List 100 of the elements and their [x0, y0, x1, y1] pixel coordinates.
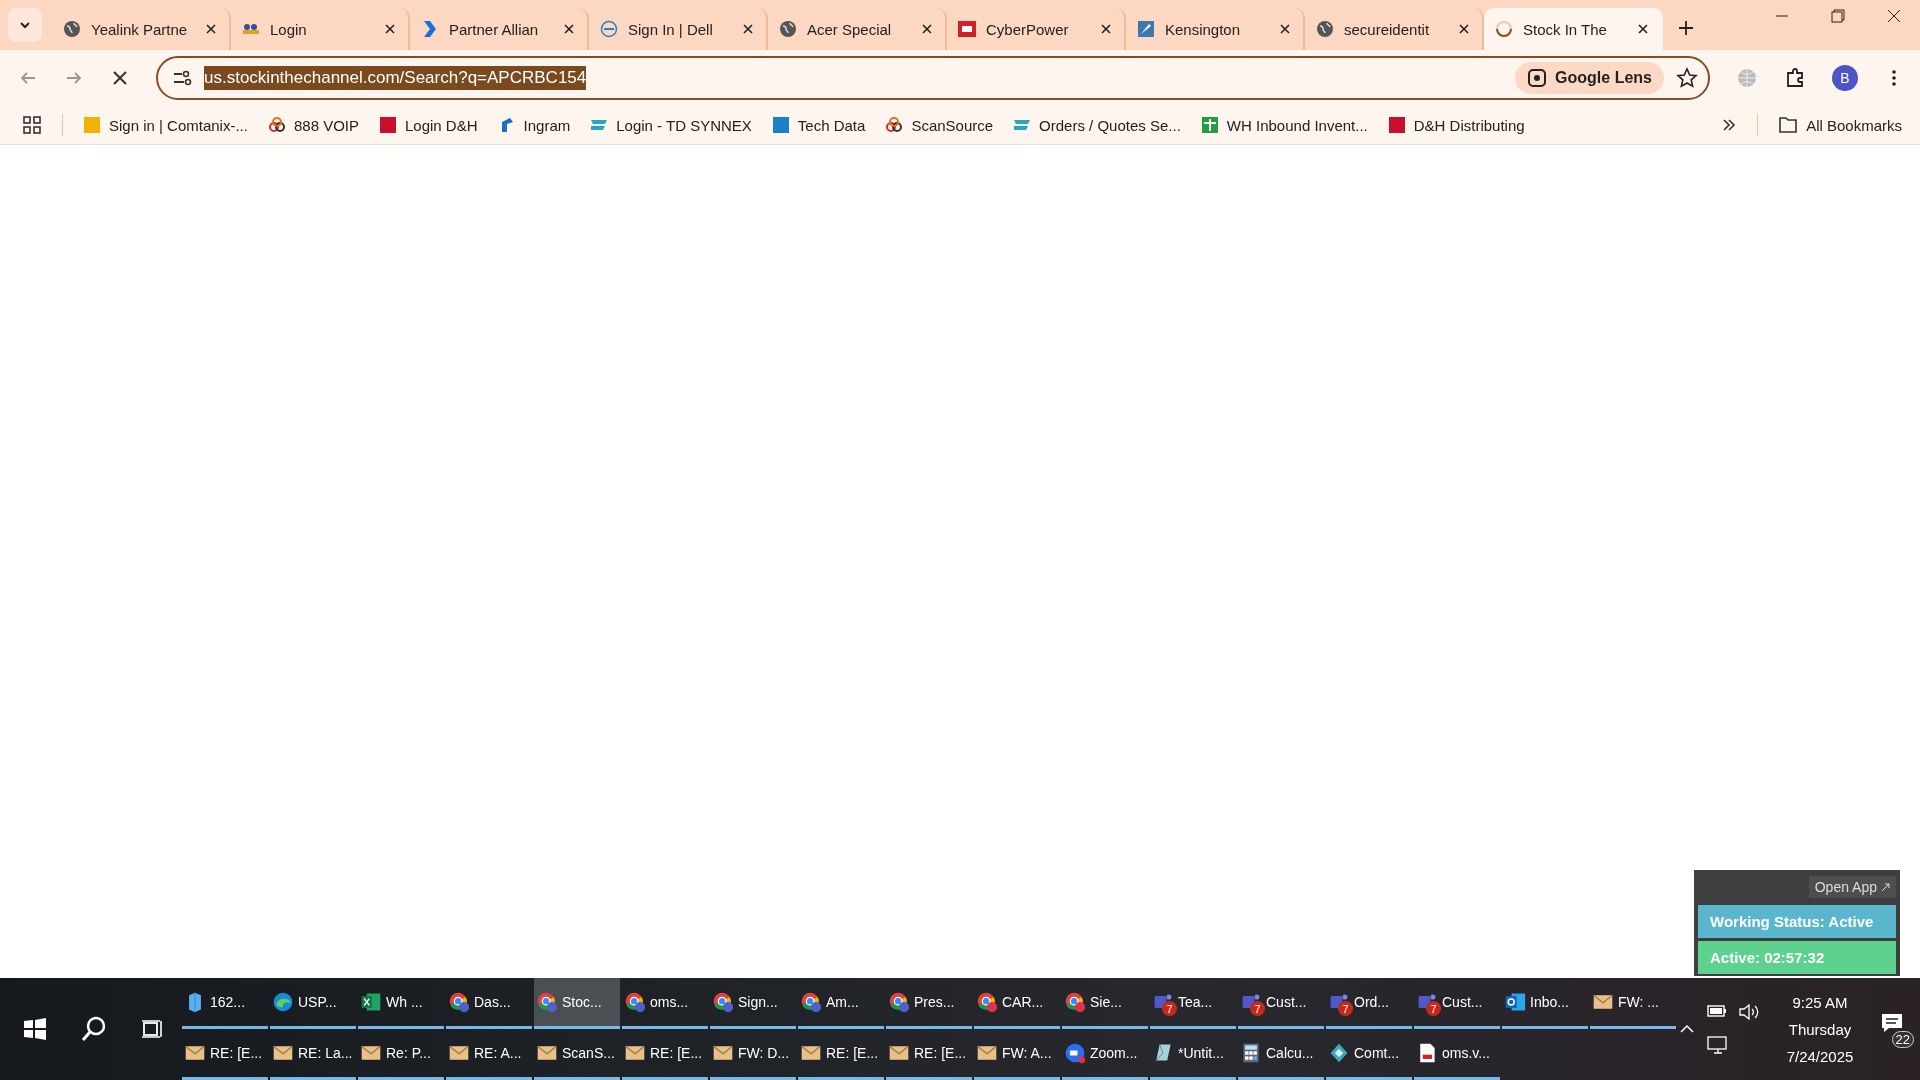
taskbar-label: Stoc...	[562, 994, 602, 1010]
bookmark-item[interactable]: WH Inbound Invent...	[1200, 116, 1368, 134]
taskbar-item[interactable]: Das...	[446, 978, 532, 1029]
taskbar-item[interactable]: Re: P...	[358, 1029, 444, 1080]
bookmark-item[interactable]: ScanSource	[885, 116, 994, 134]
taskbar-label: RE: [E...	[914, 1045, 967, 1061]
tab-search-button[interactable]	[8, 8, 42, 42]
close-icon[interactable]	[1886, 8, 1902, 24]
taskbar-item[interactable]: 7 Cust...	[1414, 978, 1500, 1029]
taskbar-item[interactable]: RE: [E...	[182, 1029, 268, 1080]
taskbar-item[interactable]: CAR...	[974, 978, 1060, 1029]
taskbar-item[interactable]: Sie...	[1062, 978, 1148, 1029]
close-icon[interactable]	[383, 22, 397, 36]
open-app-button[interactable]: Open App	[1808, 876, 1896, 898]
notification-badge: 7	[1338, 1001, 1353, 1016]
app-icon	[624, 991, 646, 1013]
taskbar-label: Das...	[474, 994, 511, 1010]
taskbar-item[interactable]: 7 Cust...	[1238, 978, 1324, 1029]
close-icon[interactable]	[741, 22, 755, 36]
taskbar-item[interactable]: Pres...	[886, 978, 972, 1029]
close-icon[interactable]	[204, 22, 218, 36]
external-link-icon	[1881, 882, 1890, 892]
taskbar-item[interactable]: FW: D...	[710, 1029, 796, 1080]
taskbar-item[interactable]: RE: [E...	[622, 1029, 708, 1080]
taskbar-item[interactable]: RE: A...	[446, 1029, 532, 1080]
globe-icon	[779, 20, 797, 38]
battery-icon[interactable]	[1706, 1003, 1728, 1019]
taskbar-item[interactable]: Inbo...	[1502, 978, 1588, 1029]
site-settings-icon[interactable]	[172, 68, 192, 88]
bookmark-item[interactable]: Sign in | Comtanix-...	[83, 116, 248, 134]
search-icon[interactable]	[80, 1015, 108, 1043]
taskbar-item[interactable]: RE: [E...	[886, 1029, 972, 1080]
taskbar-label: RE: A...	[474, 1045, 522, 1061]
bookmark-item[interactable]: 888 VOIP	[267, 116, 359, 134]
profile-avatar[interactable]: B	[1832, 65, 1858, 91]
browser-tab[interactable]: Stock In The	[1484, 8, 1663, 50]
puzzle-icon[interactable]	[1784, 67, 1806, 89]
apps-grid-icon[interactable]	[22, 115, 42, 135]
close-icon[interactable]	[1636, 22, 1650, 36]
taskbar-label: oms...	[650, 994, 689, 1010]
site-icon	[83, 116, 101, 134]
speaker-icon[interactable]	[1738, 1003, 1760, 1021]
bookmark-item[interactable]: Login D&H	[379, 116, 478, 134]
bookmark-label: Sign in | Comtanix-...	[109, 116, 248, 134]
taskbar-label: FW: A...	[1002, 1045, 1052, 1061]
close-icon[interactable]	[1099, 22, 1113, 36]
new-tab-icon[interactable]	[1677, 19, 1695, 37]
address-bar[interactable]: us.stockinthechannel.com/Search?q=APCRBC154 Google Lens	[156, 56, 1710, 100]
chevrons-right-icon[interactable]	[1721, 117, 1738, 133]
taskbar-item[interactable]: RE: [E...	[798, 1029, 884, 1080]
taskbar-item[interactable]: FW: ...	[1590, 978, 1676, 1029]
close-icon[interactable]	[1278, 22, 1292, 36]
taskbar-item[interactable]: Calcu...	[1238, 1029, 1324, 1080]
taskbar-label: Re: P...	[386, 1045, 431, 1061]
clock[interactable]: 9:25 AM Thursday 7/24/2025	[1770, 993, 1870, 1065]
taskbar-item[interactable]: Am...	[798, 978, 884, 1029]
taskbar-item[interactable]: USP...	[270, 978, 356, 1029]
windows-start-icon[interactable]	[22, 1017, 47, 1041]
tab-title: Kensington	[1165, 20, 1242, 38]
bookmark-item[interactable]: Tech Data	[771, 116, 866, 134]
taskbar-item[interactable]: RE: La...	[270, 1029, 356, 1080]
close-icon[interactable]	[562, 22, 576, 36]
bookmark-item[interactable]: D&H Distributing	[1387, 116, 1525, 134]
taskbar-item[interactable]: *Untit...	[1150, 1029, 1236, 1080]
tab-title: Acer Special	[807, 20, 893, 38]
notification-count: 22	[1891, 1031, 1914, 1048]
taskbar-item[interactable]: Comt...	[1326, 1029, 1412, 1080]
taskbar-label: CAR...	[1002, 994, 1044, 1010]
bookmark-item[interactable]: Login - TD SYNNEX	[590, 116, 752, 134]
taskbar-item[interactable]: Stoc...	[534, 978, 620, 1029]
taskbar-item[interactable]: Zoom...	[1062, 1029, 1148, 1080]
bookmark-item[interactable]: Orders / Quotes Se...	[1013, 116, 1181, 134]
taskbar-item[interactable]: 7 Tea...	[1150, 978, 1236, 1029]
close-icon[interactable]	[1457, 22, 1471, 36]
close-icon[interactable]	[920, 22, 934, 36]
taskbar-label: Wh ...	[386, 994, 423, 1010]
taskbar-label: Calcu...	[1266, 1045, 1314, 1061]
bookmark-label: D&H Distributing	[1413, 116, 1525, 134]
bookmark-item[interactable]: Ingram	[497, 116, 571, 134]
taskbar-label: Cust...	[1442, 994, 1483, 1010]
star-icon[interactable]	[1676, 67, 1698, 89]
taskbar-item[interactable]: Wh ...	[358, 978, 444, 1029]
taskbar-item[interactable]: 162...	[182, 978, 268, 1029]
taskbar-label: ScanS...	[562, 1045, 615, 1061]
all-bookmarks-button[interactable]: All Bookmarks	[1778, 116, 1902, 134]
taskbar-item[interactable]: oms...	[622, 978, 708, 1029]
taskbar-item[interactable]: FW: A...	[974, 1029, 1060, 1080]
taskbar-item[interactable]: oms.v...	[1414, 1029, 1500, 1080]
bookmark-label: WH Inbound Invent...	[1226, 116, 1368, 134]
taskbar-item[interactable]: Sign...	[710, 978, 796, 1029]
taskbar-item[interactable]: ScanS...	[534, 1029, 620, 1080]
restore-icon[interactable]	[1830, 8, 1846, 24]
google-lens-button[interactable]: Google Lens	[1515, 62, 1664, 94]
taskbar-label: FW: D...	[738, 1045, 790, 1061]
tab-title: Login	[270, 20, 308, 38]
site-icon	[421, 20, 439, 38]
site-icon	[885, 116, 904, 134]
monitor-icon[interactable]	[1706, 1035, 1730, 1055]
taskbar-item[interactable]: 7 Ord...	[1326, 978, 1412, 1029]
site-icon	[267, 116, 286, 134]
